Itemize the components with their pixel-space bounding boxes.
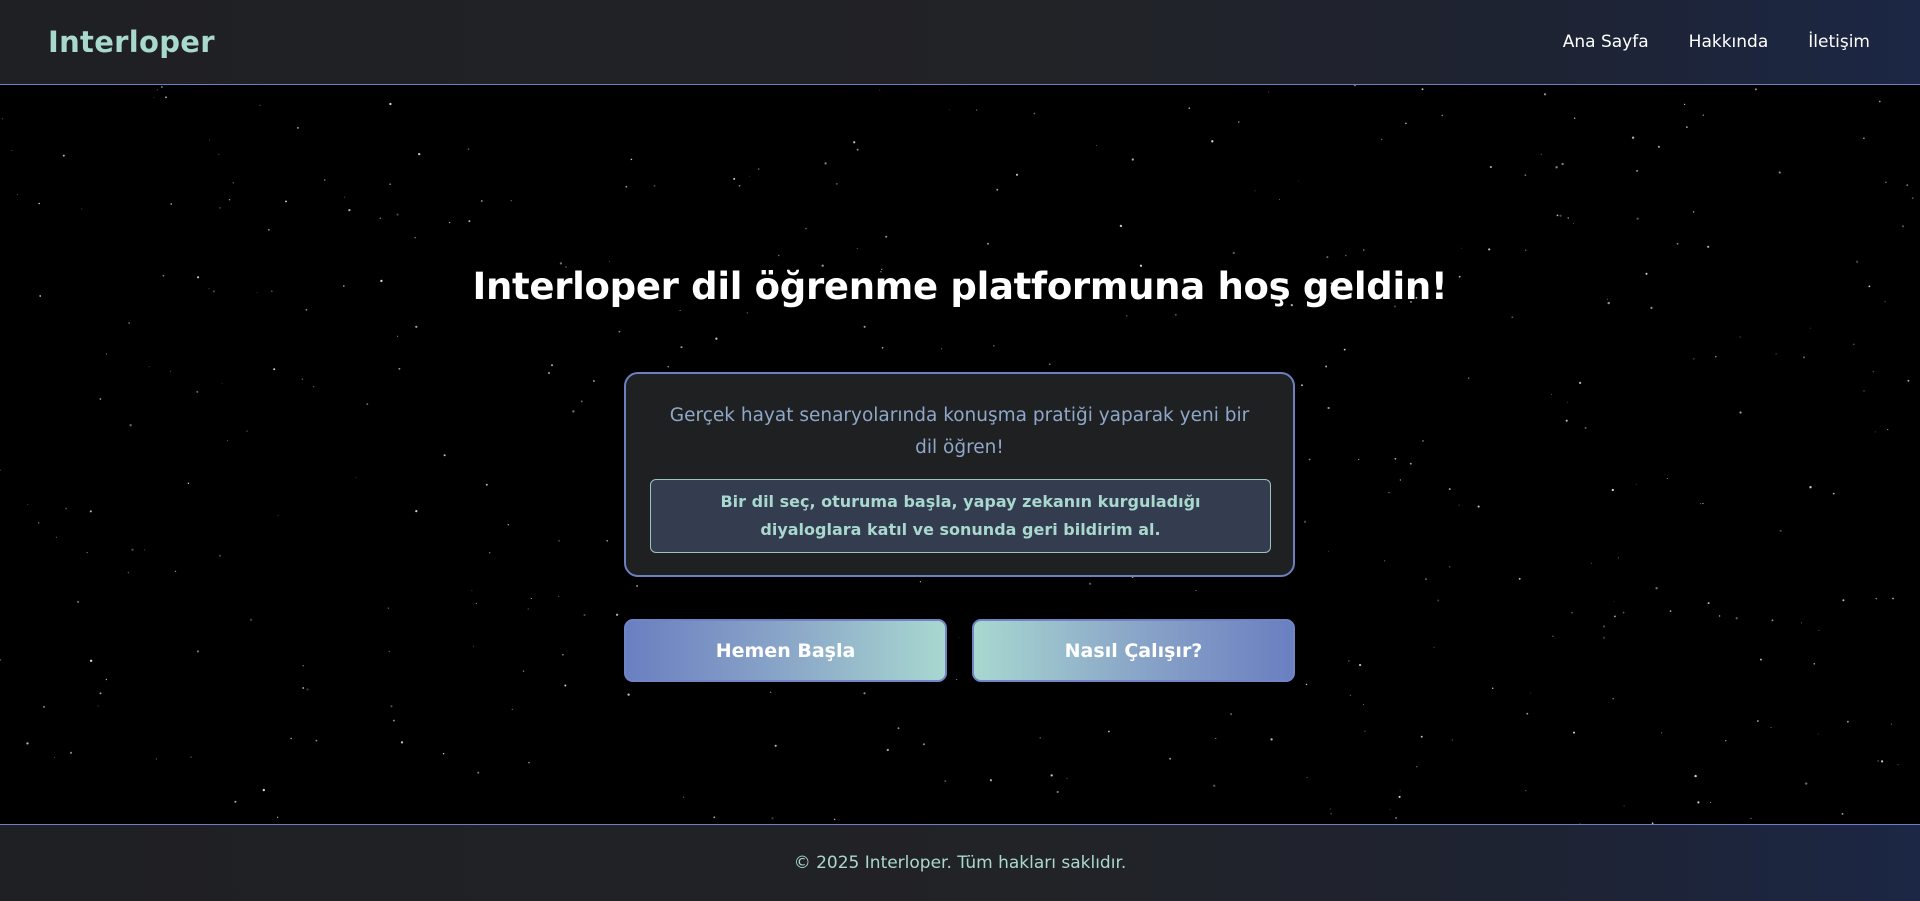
intro-card: Gerçek hayat senaryolarında konuşma prat… bbox=[624, 372, 1295, 577]
top-navbar: Interloper Ana Sayfa Hakkında İletişim bbox=[0, 0, 1920, 85]
page: Interloper Ana Sayfa Hakkında İletişim I… bbox=[0, 0, 1920, 901]
footer-copyright: © 2025 Interloper. Tüm hakları saklıdır. bbox=[793, 853, 1127, 873]
nav-link-about[interactable]: Hakkında bbox=[1689, 32, 1769, 52]
nav-link-contact[interactable]: İletişim bbox=[1808, 32, 1870, 52]
nav-link-home[interactable]: Ana Sayfa bbox=[1563, 32, 1649, 52]
footer: © 2025 Interloper. Tüm hakları saklıdır. bbox=[0, 824, 1920, 901]
site-logo[interactable]: Interloper bbox=[48, 25, 215, 59]
intro-card-text: Gerçek hayat senaryolarında konuşma prat… bbox=[669, 405, 1250, 458]
how-it-works-button[interactable]: Nasıl Çalışır? bbox=[972, 619, 1295, 682]
start-now-button[interactable]: Hemen Başla bbox=[624, 619, 947, 682]
intro-card-instructions: Bir dil seç, oturuma başla, yapay zekanı… bbox=[650, 479, 1271, 553]
main-nav: Ana Sayfa Hakkında İletişim bbox=[1563, 32, 1872, 52]
hero-title: Interloper dil öğrenme platformuna hoş g… bbox=[472, 265, 1448, 308]
